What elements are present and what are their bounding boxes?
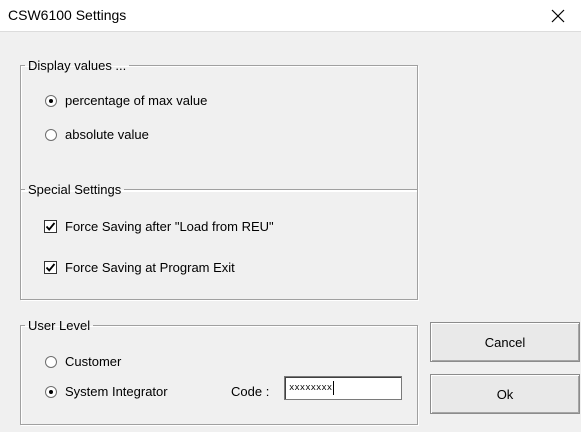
radio-button-selected[interactable]	[45, 385, 57, 398]
radio-system-integrator[interactable]: System Integrator	[45, 384, 168, 399]
display-values-group: Display values ...	[20, 58, 418, 191]
cancel-button[interactable]: Cancel	[430, 322, 580, 362]
radio-absolute-label: absolute value	[65, 127, 149, 142]
dialog-body: Display values ... percentage of max val…	[0, 32, 581, 432]
window-title: CSW6100 Settings	[8, 7, 127, 23]
radio-percentage[interactable]: percentage of max value	[45, 93, 207, 108]
ok-button[interactable]: Ok	[430, 374, 580, 414]
user-level-group: User Level	[20, 318, 418, 425]
checkbox-checked[interactable]	[44, 220, 57, 233]
checkbox-force-saving-load[interactable]: Force Saving after "Load from REU"	[44, 219, 274, 234]
radio-button[interactable]	[45, 355, 57, 368]
radio-button-selected[interactable]	[45, 94, 57, 107]
code-input[interactable]: xxxxxxxx	[284, 376, 402, 400]
display-values-legend: Display values ...	[28, 58, 127, 73]
checkbox-force-saving-load-label: Force Saving after "Load from REU"	[65, 219, 274, 234]
radio-system-integrator-label: System Integrator	[65, 384, 168, 399]
checkbox-checked[interactable]	[44, 261, 57, 274]
title-bar: CSW6100 Settings	[0, 0, 581, 32]
checkmark-icon	[45, 222, 56, 231]
user-level-legend: User Level	[28, 318, 91, 333]
special-settings-group: Special Settings	[20, 182, 418, 300]
checkbox-force-saving-exit[interactable]: Force Saving at Program Exit	[44, 260, 235, 275]
radio-customer[interactable]: Customer	[45, 354, 121, 369]
radio-absolute[interactable]: absolute value	[45, 127, 149, 142]
checkmark-icon	[45, 263, 56, 272]
radio-customer-label: Customer	[65, 354, 122, 369]
text-caret	[333, 381, 335, 395]
code-input-value: xxxxxxxx	[289, 383, 333, 393]
close-icon	[551, 9, 565, 22]
radio-percentage-label: percentage of max value	[65, 93, 208, 108]
checkbox-force-saving-exit-label: Force Saving at Program Exit	[65, 260, 235, 275]
close-button[interactable]	[535, 0, 581, 31]
special-settings-legend: Special Settings	[28, 182, 122, 197]
radio-button[interactable]	[45, 128, 57, 141]
code-label: Code :	[231, 384, 270, 399]
